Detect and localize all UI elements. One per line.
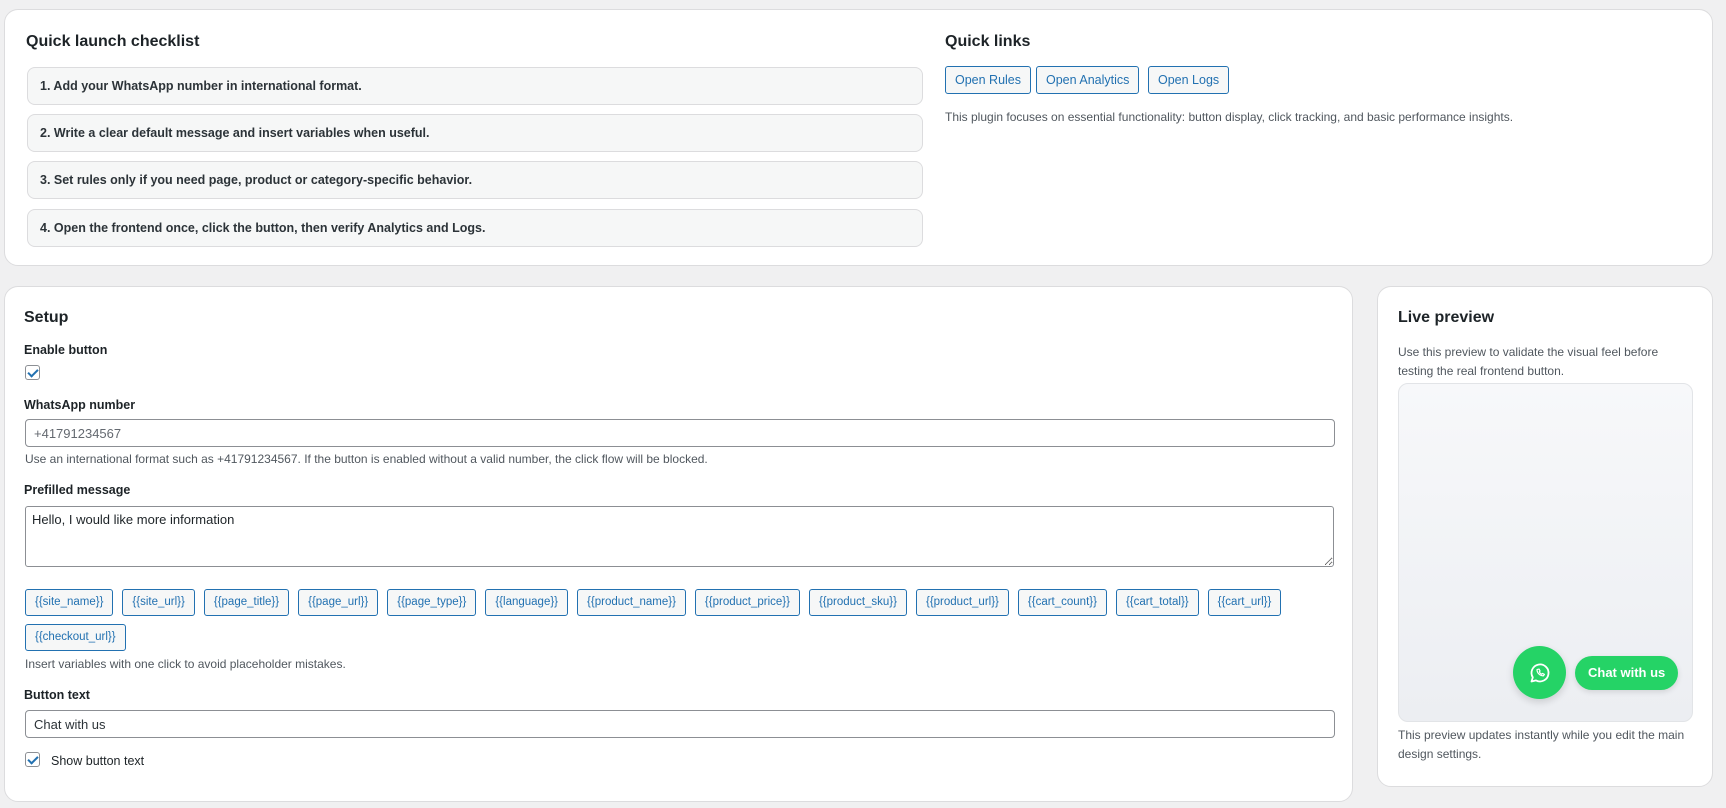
variable-button-product-name[interactable]: {{product_name}} [577,589,686,616]
setup-card: Setup Enable button WhatsApp number Use … [4,286,1353,802]
checklist-item: 4. Open the frontend once, click the but… [27,209,923,247]
open-rules-button[interactable]: Open Rules [945,66,1032,94]
checklist-title: Quick launch checklist [26,33,200,50]
variable-button-site-name[interactable]: {{site_name}} [25,589,114,616]
variable-button-product-price[interactable]: {{product_price}} [694,589,800,616]
preview-stage: Chat with us [1398,383,1693,722]
open-logs-button[interactable]: Open Logs [1148,66,1230,94]
prefilled-message-label: Prefilled message [24,483,131,497]
setup-title: Setup [24,309,69,326]
button-text-input[interactable] [25,710,1335,738]
live-preview-title: Live preview [1398,309,1495,326]
whatsapp-number-label: WhatsApp number [24,398,136,412]
show-button-text-checkbox[interactable] [25,752,40,767]
button-text-label: Button text [24,688,90,702]
checklist-item: 1. Add your WhatsApp number in internati… [27,67,923,105]
show-button-text-label: Show button text [51,754,145,768]
variable-button-site-url[interactable]: {{site_url}} [122,589,195,616]
whatsapp-number-help: Use an international format such as +417… [25,452,708,466]
enable-button-checkbox[interactable] [25,365,40,380]
variable-button-cart-count[interactable]: {{cart_count}} [1017,589,1107,616]
live-preview-card: Live preview Use this preview to validat… [1377,286,1713,787]
checklist-item: 2. Write a clear default message and ins… [27,114,923,152]
quick-links-description: This plugin focuses on essential functio… [945,110,1514,124]
variables-help: Insert variables with one click to avoid… [25,657,346,671]
whatsapp-number-input[interactable] [25,419,1335,447]
quick-links-title: Quick links [945,33,1031,50]
open-analytics-button[interactable]: Open Analytics [1036,66,1140,94]
variable-button-cart-total[interactable]: {{cart_total}} [1115,589,1199,616]
whatsapp-icon[interactable] [1513,646,1566,699]
enable-button-label: Enable button [24,343,108,357]
variable-button-product-url[interactable]: {{product_url}} [915,589,1009,616]
quick-launch-card: Quick launch checklist 1. Add your Whats… [4,9,1713,266]
variable-button-page-title[interactable]: {{page_title}} [203,589,290,616]
live-preview-intro: Use this preview to validate the visual … [1398,345,1659,378]
variable-buttons: {{site_name}} {{site_url}} {{page_title}… [25,589,1345,651]
variable-button-product-sku[interactable]: {{product_sku}} [808,589,907,616]
live-preview-footer: This preview updates instantly while you… [1398,728,1685,761]
checklist-item: 3. Set rules only if you need page, prod… [27,161,923,199]
preview-chat-button[interactable]: Chat with us [1575,656,1679,690]
prefilled-message-textarea[interactable] [25,506,1334,567]
variable-button-cart-url[interactable]: {{cart_url}} [1207,589,1282,616]
variable-button-page-type[interactable]: {{page_type}} [387,589,477,616]
variable-button-checkout-url[interactable]: {{checkout_url}} [25,624,126,651]
variable-button-language[interactable]: {{language}} [485,589,569,616]
variable-button-page-url[interactable]: {{page_url}} [298,589,379,616]
